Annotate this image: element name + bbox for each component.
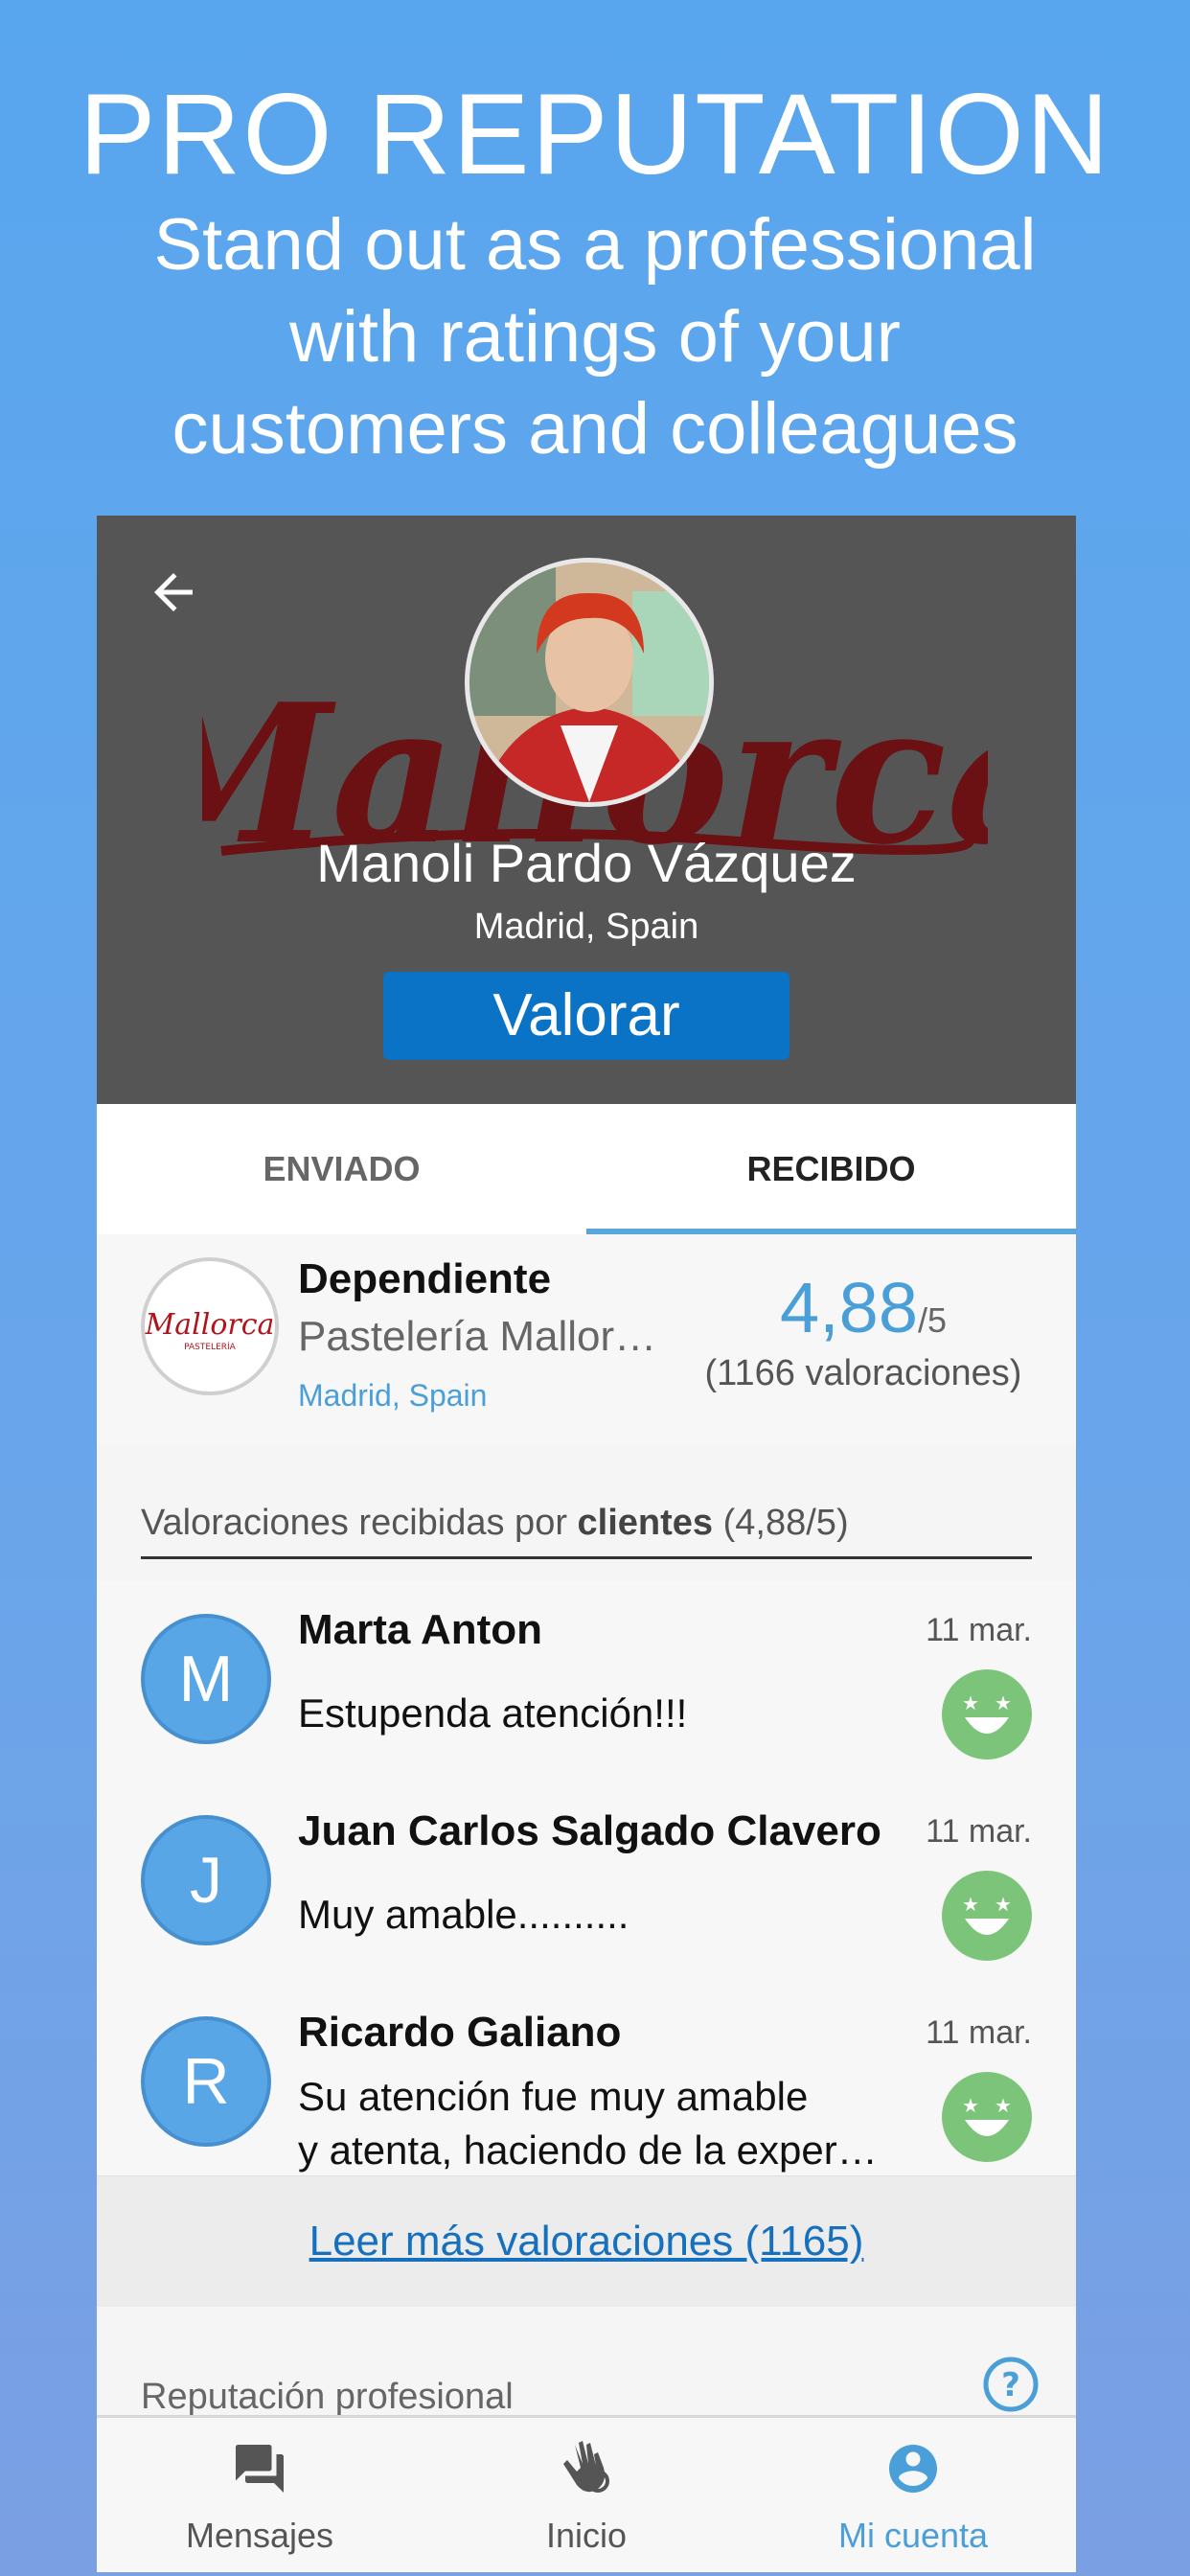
rating-max: /5 [918, 1300, 948, 1340]
review-text: Estupenda atención!!! [298, 1687, 892, 1740]
nav-mensajes[interactable]: Mensajes [97, 2418, 423, 2572]
nav-label: Mensajes [185, 2516, 334, 2555]
bottom-navigation: Mensajes Inicio Mi cuenta [97, 2415, 1076, 2572]
svg-text:★: ★ [995, 1895, 1012, 1916]
svg-text:★: ★ [962, 2096, 979, 2117]
reviewer-avatar: M [141, 1614, 271, 1744]
rating-score: 4,88/5 [672, 1267, 1055, 1348]
read-more-link[interactable]: Leer más valoraciones (1165) [309, 2218, 864, 2265]
profile-name: Manoli Pardo Vázquez [316, 833, 857, 893]
review-text: Muy amable.......... [298, 1888, 892, 1942]
account-icon [889, 2445, 937, 2493]
svg-text:★: ★ [995, 2096, 1012, 2117]
professional-reputation-label: Reputación profesional [141, 2377, 514, 2417]
review-date: 11 mar. [926, 2014, 1032, 2051]
rate-button[interactable]: Valorar [383, 972, 790, 1060]
profile-location: Madrid, Spain [473, 907, 699, 947]
reviewer-name: Juan Carlos Salgado Clavero [298, 1807, 881, 1854]
svg-text:?: ? [1001, 2366, 1020, 2404]
nav-inicio[interactable]: Inicio [423, 2418, 749, 2572]
promo-header: PRO REPUTATION Stand out as a profession… [0, 67, 1190, 475]
read-more-row: Leer más valoraciones (1165) [97, 2176, 1076, 2307]
svg-text:★: ★ [962, 1895, 979, 1916]
promo-subtitle-line: with ratings of your [289, 296, 901, 378]
help-icon[interactable]: ? [982, 2356, 1040, 2413]
svg-text:★: ★ [995, 1693, 1012, 1714]
happy-face-icon: ★ ★ [942, 1871, 1032, 1961]
business-card[interactable]: Mallorca PASTELERÍA Dependiente Pasteler… [97, 1234, 1076, 1445]
business-location: Madrid, Spain [298, 1378, 488, 1413]
reviewer-avatar: J [141, 1815, 271, 1945]
reviews-section-title: Valoraciones recibidas por clientes (4,8… [141, 1503, 1032, 1559]
tab-recibido[interactable]: RECIBIDO [586, 1104, 1076, 1234]
rating-value: 4,88 [779, 1268, 918, 1347]
profile-avatar [465, 558, 714, 807]
happy-face-icon: ★ ★ [942, 1669, 1032, 1760]
reviewer-name: Ricardo Galiano [298, 2009, 622, 2056]
app-screen: Mallorca Manoli Pardo Vázquez Madrid, Sp… [97, 516, 1076, 2572]
review-date: 11 mar. [926, 1813, 1032, 1850]
reviewer-name: Marta Anton [298, 1606, 543, 1653]
promo-title: PRO REPUTATION [79, 70, 1111, 198]
promo-subtitle-line: customers and colleagues [172, 388, 1018, 470]
business-role: Dependiente [298, 1255, 552, 1302]
nav-label: Inicio [545, 2516, 628, 2555]
review-text-line: Estupenda atención!!! [298, 1690, 688, 1736]
svg-text:PASTELERÍA: PASTELERÍA [184, 1341, 237, 1352]
svg-text:★: ★ [962, 1693, 979, 1714]
section-title-bold: clientes [577, 1503, 714, 1543]
profile-photo [469, 563, 709, 802]
rating-count: (1166 valoraciones) [704, 1353, 1022, 1393]
review-text-line: y atenta, haciendo de la exper… [298, 2128, 878, 2173]
business-logo: Mallorca PASTELERÍA [141, 1257, 279, 1395]
nav-label: Mi cuenta [837, 2516, 989, 2555]
hand-icon [563, 2441, 609, 2493]
review-item[interactable]: R Ricardo Galiano 11 mar. Su atención fu… [97, 1984, 1076, 2177]
review-item[interactable]: J Juan Carlos Salgado Clavero 11 mar. Mu… [97, 1782, 1076, 1986]
promo-subtitle-line: Stand out as a professional [153, 204, 1037, 286]
back-arrow-icon[interactable] [145, 564, 202, 621]
chat-icon [236, 2445, 284, 2493]
svg-text:Mallorca: Mallorca [145, 1308, 274, 1342]
business-company: Pastelería Mallor… [298, 1313, 657, 1360]
reviewer-avatar: R [141, 2016, 271, 2147]
review-item[interactable]: M Marta Anton 11 mar. Estupenda atención… [97, 1581, 1076, 1784]
profile-header: Mallorca Manoli Pardo Vázquez Madrid, Sp… [97, 516, 1076, 1104]
business-logo-image: Mallorca PASTELERÍA [145, 1308, 274, 1352]
review-text-line: Muy amable.......... [298, 1892, 629, 1937]
promo-subtitle: Stand out as a professional with ratings… [0, 199, 1190, 475]
section-title-suffix: (4,88/5) [713, 1503, 849, 1543]
section-title-prefix: Valoraciones recibidas por [141, 1503, 578, 1543]
review-text: Su atención fue muy amable y atenta, hac… [298, 2070, 892, 2177]
review-text-line: Su atención fue muy amable [298, 2074, 809, 2119]
nav-mi-cuenta[interactable]: Mi cuenta [750, 2418, 1076, 2572]
tab-enviado[interactable]: ENVIADO [97, 1104, 586, 1234]
happy-face-icon: ★ ★ [942, 2072, 1032, 2162]
review-date: 11 mar. [926, 1612, 1032, 1648]
tab-bar: ENVIADO RECIBIDO [97, 1104, 1076, 1234]
